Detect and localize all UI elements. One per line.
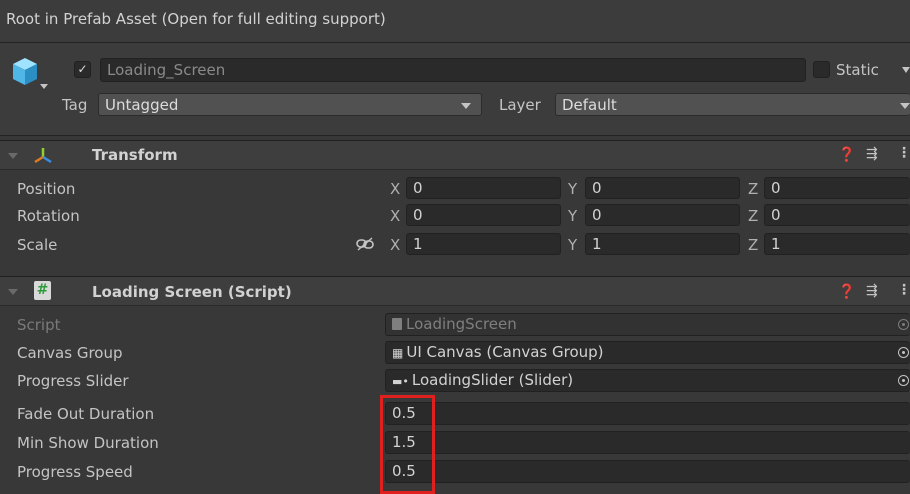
inspector-header (0, 43, 910, 136)
axis-x-label[interactable]: X (390, 236, 400, 254)
transform-axes-icon (34, 148, 52, 164)
scale-y-field[interactable]: 1 (585, 233, 740, 255)
canvas-group-value: UI Canvas (Canvas Group) (406, 343, 604, 361)
axis-x-label[interactable]: X (390, 207, 400, 225)
icon-dropdown-arrow[interactable] (40, 84, 48, 89)
object-picker-icon[interactable] (898, 375, 909, 386)
rotation-y-field[interactable]: 0 (585, 204, 740, 226)
progress-slider-value: LoadingSlider (Slider) (411, 371, 574, 389)
object-picker-icon (898, 319, 909, 330)
axis-z-label[interactable]: Z (748, 180, 758, 198)
axis-y-label[interactable]: Y (568, 207, 577, 225)
static-label: Static (836, 61, 879, 79)
axis-x-label[interactable]: X (390, 180, 400, 198)
progress-slider-field[interactable]: ▬• LoadingSlider (Slider) (385, 369, 910, 392)
highlight-box (380, 395, 435, 494)
fade-out-field[interactable]: 0.5 (385, 402, 910, 425)
canvas-group-icon: ▦ (392, 346, 404, 360)
position-z-field[interactable]: 0 (764, 177, 910, 199)
position-x-field[interactable]: 0 (406, 177, 561, 199)
position-y-field[interactable]: 0 (585, 177, 740, 199)
axis-z-label[interactable]: Z (748, 236, 758, 254)
chevron-down-icon (461, 103, 471, 109)
progress-slider-label: Progress Slider (17, 372, 129, 390)
progress-speed-label: Progress Speed (17, 463, 133, 481)
axis-z-label[interactable]: Z (748, 207, 758, 225)
object-name-field[interactable]: Loading_Screen (100, 58, 806, 82)
loading-screen-title: Loading Screen (Script) (92, 283, 292, 301)
help-icon[interactable]: ❓ (838, 284, 855, 300)
script-hash-icon: # (34, 281, 51, 300)
layer-label: Layer (499, 96, 541, 114)
fade-out-label: Fade Out Duration (17, 405, 155, 423)
transform-title: Transform (92, 146, 178, 164)
rotation-label: Rotation (17, 207, 80, 225)
static-checkbox[interactable] (813, 61, 830, 78)
script-file-icon (392, 318, 402, 330)
min-show-label: Min Show Duration (17, 434, 159, 452)
scale-z-field[interactable]: 1 (764, 233, 910, 255)
static-dropdown-arrow[interactable] (902, 67, 910, 73)
rotation-z-field[interactable]: 0 (764, 204, 910, 226)
slider-icon: ▬• (392, 375, 409, 388)
prefab-banner-text: Root in Prefab Asset (Open for full edit… (6, 10, 386, 28)
canvas-group-label: Canvas Group (17, 344, 123, 362)
progress-speed-field[interactable]: 0.5 (385, 460, 910, 483)
scale-x-field[interactable]: 1 (406, 233, 561, 255)
axis-y-label[interactable]: Y (568, 180, 577, 198)
script-value: LoadingScreen (406, 315, 517, 333)
canvas-group-field[interactable]: ▦ UI Canvas (Canvas Group) (385, 341, 910, 364)
tag-label: Tag (62, 96, 88, 114)
min-show-field[interactable]: 1.5 (385, 431, 910, 454)
script-field: LoadingScreen (385, 313, 910, 336)
help-icon[interactable]: ❓ (838, 147, 855, 163)
loading-screen-foldout[interactable] (8, 289, 18, 295)
layer-value: Default (562, 96, 617, 114)
script-label: Script (17, 316, 61, 334)
presets-icon[interactable]: ⇶ (866, 283, 878, 299)
object-picker-icon[interactable] (898, 347, 909, 358)
rotation-x-field[interactable]: 0 (406, 204, 561, 226)
link-icon[interactable] (356, 236, 374, 252)
more-icon[interactable]: ⋮ (897, 145, 910, 161)
tag-value: Untagged (105, 96, 179, 114)
axis-y-label[interactable]: Y (568, 236, 577, 254)
chevron-down-icon (900, 103, 910, 109)
cube-icon[interactable] (10, 55, 40, 89)
more-icon[interactable]: ⋮ (897, 282, 910, 298)
tag-dropdown[interactable]: Untagged (98, 93, 482, 116)
position-label: Position (17, 180, 76, 198)
active-checkbox[interactable]: ✓ (74, 61, 91, 78)
scale-label: Scale (17, 236, 58, 254)
layer-dropdown[interactable]: Default (555, 93, 910, 116)
presets-icon[interactable]: ⇶ (866, 146, 878, 162)
transform-foldout[interactable] (8, 153, 18, 159)
